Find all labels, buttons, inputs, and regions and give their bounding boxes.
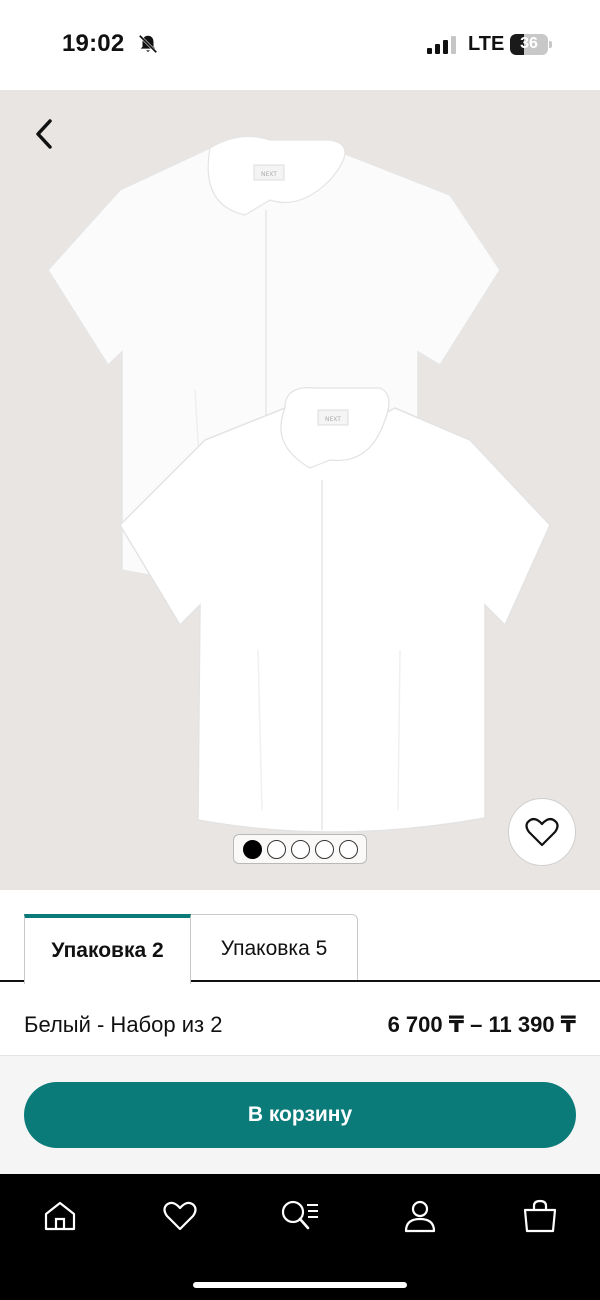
bottom-navigation [0, 1174, 600, 1300]
price-range: 6 700 ₸ – 11 390 ₸ [387, 1012, 576, 1037]
chevron-left-icon [36, 119, 52, 149]
tab-pack-2[interactable]: Упаковка 2 [24, 914, 191, 984]
pager-dot[interactable] [290, 839, 310, 859]
home-indicator [193, 1282, 407, 1288]
bag-icon [523, 1199, 557, 1233]
add-to-cart-button[interactable]: В корзину [24, 1082, 576, 1148]
variant-name: Белый - Набор из 2 [24, 1012, 223, 1037]
nav-search[interactable] [278, 1194, 322, 1238]
back-button[interactable] [22, 112, 66, 156]
network-label: LTE [468, 33, 505, 55]
profile-icon [404, 1200, 436, 1233]
signal-icon [427, 36, 456, 54]
pager-dot[interactable] [242, 839, 262, 859]
heart-icon [163, 1201, 197, 1231]
nav-account[interactable] [398, 1194, 442, 1238]
home-icon [44, 1201, 76, 1231]
heart-icon [525, 817, 559, 847]
pager-dot[interactable] [338, 839, 358, 859]
search-list-icon [281, 1200, 318, 1230]
product-image-gallery[interactable]: NEXT NEXT [0, 90, 600, 890]
shirt-tag-label: NEXT [261, 171, 277, 178]
cart-area: В корзину [0, 1056, 600, 1174]
nav-bag[interactable] [518, 1194, 562, 1238]
battery-percentage: 36 [520, 35, 538, 52]
image-pager[interactable] [233, 834, 367, 864]
pager-dot[interactable] [314, 839, 334, 859]
pager-dot[interactable] [266, 839, 286, 859]
nav-favourites[interactable] [158, 1194, 202, 1238]
variant-row: Белый - Набор из 2 6 700 ₸ – 11 390 ₸ [0, 982, 600, 1056]
product-image: NEXT NEXT [47, 135, 551, 833]
wishlist-button[interactable] [508, 798, 576, 866]
shirt-tag-label: NEXT [325, 416, 341, 423]
tab-pack-5[interactable]: Упаковка 5 [191, 914, 358, 982]
status-time: 19:02 [62, 30, 125, 57]
status-bar: 19:02 LTE 36 [0, 0, 600, 90]
battery-icon: 36 [510, 34, 552, 55]
pack-tabs: Упаковка 2 Упаковка 5 [0, 890, 600, 984]
bell-slash-icon [138, 34, 158, 54]
nav-home[interactable] [38, 1194, 82, 1238]
